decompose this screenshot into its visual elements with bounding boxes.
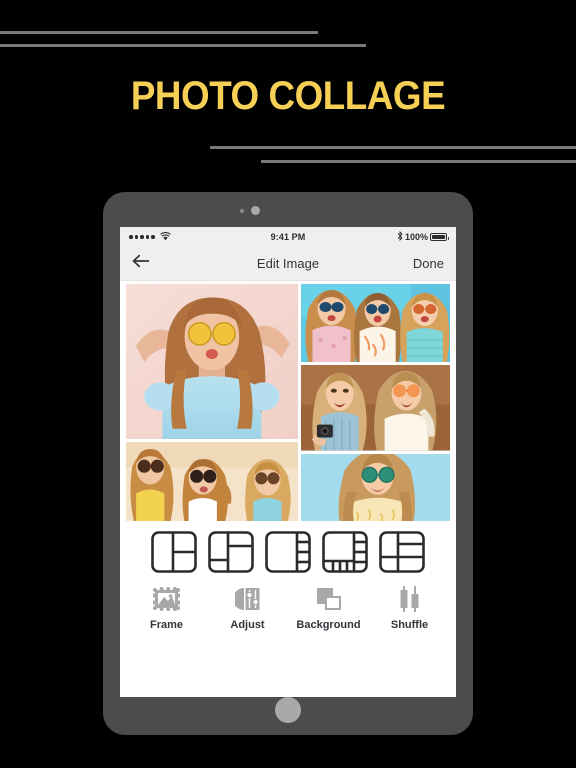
toolbar-label-shuffle: Shuffle [390, 619, 429, 631]
collage-column-left [126, 284, 298, 521]
decorative-rule-bottom-2 [261, 160, 576, 163]
decorative-rule-top-2 [0, 44, 366, 47]
front-camera-icon [251, 206, 260, 215]
toolbar-item-shuffle[interactable]: Shuffle [374, 585, 446, 631]
layout-template-3[interactable] [264, 530, 312, 574]
toolbar-item-background[interactable]: Background [293, 585, 365, 631]
sliders-icon [235, 585, 260, 613]
collage-cell-photo-3[interactable] [300, 365, 450, 451]
layout-template-4[interactable] [321, 530, 369, 574]
page-title-nav: Edit Image [256, 256, 320, 271]
home-button[interactable] [275, 697, 301, 723]
layout-template-2[interactable] [207, 530, 255, 574]
collage-canvas[interactable] [120, 281, 456, 521]
battery-icon [430, 233, 449, 241]
status-bar: 9:41 PM 100% [120, 227, 456, 247]
collage-cell-photo-4[interactable] [126, 442, 298, 521]
layout-template-5[interactable] [378, 530, 426, 574]
status-bar-right: 100% [397, 230, 449, 243]
collage-column-right [300, 284, 450, 521]
device-screen: 9:41 PM 100% Edit Image Done Frame Adjus… [120, 227, 456, 697]
toolbar-label-adjust: Adjust [230, 619, 265, 631]
layout-template-strip[interactable] [120, 521, 456, 579]
bluetooth-icon [397, 230, 403, 243]
toolbar-item-frame[interactable]: Frame [131, 585, 203, 631]
done-button[interactable]: Done [413, 256, 444, 271]
decorative-rule-top-1 [0, 31, 318, 34]
toolbar-label-background: Background [296, 619, 361, 631]
decorative-rule-bottom-1 [210, 146, 576, 149]
page-title: PHOTO COLLAGE [130, 74, 446, 118]
collage-cell-photo-1[interactable] [126, 284, 298, 440]
frame-icon [153, 585, 180, 613]
collage-cell-photo-2[interactable] [300, 284, 450, 363]
battery-percent-label: 100% [404, 232, 428, 242]
toolbar-label-frame: Frame [149, 619, 184, 631]
tablet-device-frame: 9:41 PM 100% Edit Image Done Frame Adjus… [103, 192, 473, 735]
poster-canvas: PHOTO COLLAGE 9:41 PM 100% Edit Image Do… [0, 0, 576, 768]
editor-toolbar[interactable]: Frame Adjust Background Shuffle [120, 579, 456, 697]
sensor-icon [240, 209, 244, 213]
back-arrow-icon[interactable] [132, 254, 150, 273]
layout-template-1[interactable] [150, 530, 198, 574]
toolbar-item-adjust[interactable]: Adjust [212, 585, 284, 631]
layers-icon [316, 585, 342, 613]
navigation-bar: Edit Image Done [120, 247, 456, 281]
collage-cell-photo-5[interactable] [300, 453, 450, 521]
shuffle-icon [398, 585, 422, 613]
